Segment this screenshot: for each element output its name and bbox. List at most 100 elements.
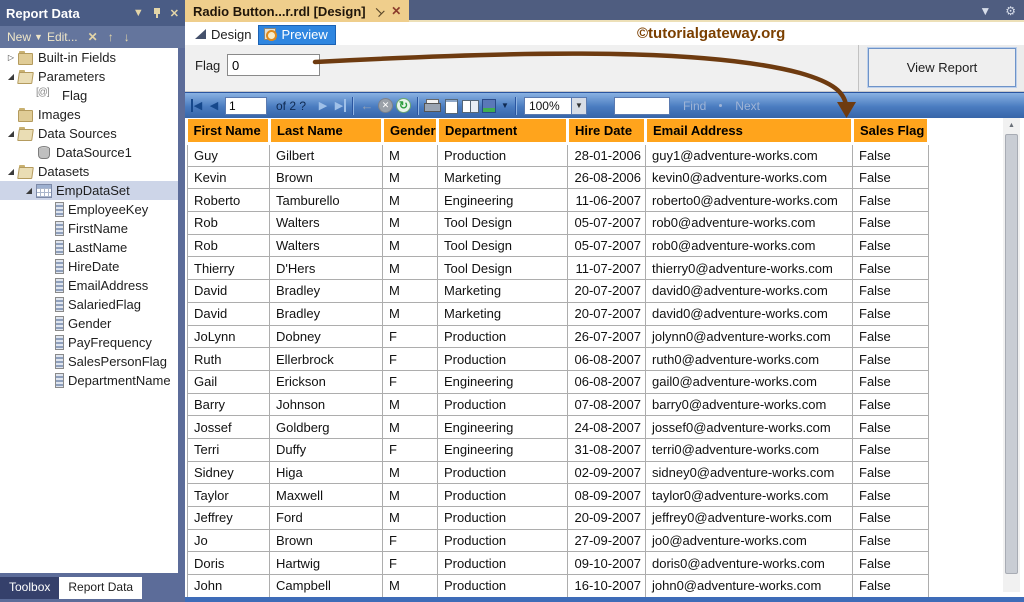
tab-toolbox[interactable]: Toolbox xyxy=(0,577,60,599)
tree-item-hiredate[interactable]: HireDate xyxy=(0,257,178,276)
export-icon[interactable] xyxy=(481,98,497,113)
report-bottom-edge xyxy=(185,597,1024,602)
tree-item-employeekey[interactable]: EmployeeKey xyxy=(0,200,178,219)
expander-expanded-icon[interactable]: ◢ xyxy=(4,72,18,81)
table-cell: Gilbert xyxy=(269,143,383,167)
tree-item-flag[interactable]: Flag xyxy=(0,86,178,105)
tree-item-data-sources[interactable]: ◢ Data Sources xyxy=(0,124,178,143)
field-icon xyxy=(54,240,64,255)
expander-expanded-icon[interactable]: ◢ xyxy=(4,129,18,138)
table-cell: john0@adventure-works.com xyxy=(645,574,853,598)
export-dropdown-caret-icon[interactable]: ▼ xyxy=(501,101,509,110)
table-cell: ruth0@adventure-works.com xyxy=(645,347,853,371)
tree-item-firstname[interactable]: FirstName xyxy=(0,219,178,238)
delete-icon[interactable]: ✕ xyxy=(88,30,98,44)
table-row: Rob Walters M Tool Design 05-07-2007 rob0@adv… xyxy=(187,233,929,258)
last-page-button[interactable]: ▶ xyxy=(334,99,347,112)
field-icon xyxy=(54,373,64,388)
table-cell: Ellerbrock xyxy=(269,347,383,371)
settings-gear-icon[interactable]: ⚙ xyxy=(1005,4,1016,18)
table-cell: 11-06-2007 xyxy=(567,188,646,213)
table-cell: 27-09-2007 xyxy=(567,528,646,553)
table-cell: Guy xyxy=(187,143,270,167)
tree-item-lastname[interactable]: LastName xyxy=(0,238,178,257)
zoom-dropdown-caret-icon[interactable]: ▼ xyxy=(571,96,587,115)
refresh-icon[interactable]: ↻ xyxy=(396,98,412,113)
next-link[interactable]: Next xyxy=(735,99,760,113)
back-to-parent-icon[interactable]: ← xyxy=(359,98,375,113)
expander-expanded-icon[interactable]: ◢ xyxy=(22,186,36,195)
watermark-text: ©tutorialgateway.org xyxy=(637,25,786,42)
tree-item-empdataset[interactable]: ◢ EmpDataSet xyxy=(0,181,178,200)
view-report-button[interactable]: View Report xyxy=(867,47,1017,88)
table-cell: JoLynn xyxy=(187,324,270,349)
table-cell: guy1@adventure-works.com xyxy=(645,143,853,167)
table-cell: Jossef xyxy=(187,415,270,439)
design-tab-button[interactable]: Design xyxy=(190,26,258,44)
page-setup-icon[interactable] xyxy=(462,99,480,113)
table-cell: taylor0@adventure-works.com xyxy=(645,483,853,507)
panel-pin-icon[interactable] xyxy=(152,7,162,19)
tab-report-data[interactable]: Report Data xyxy=(59,577,143,599)
vertical-scrollbar[interactable]: ▲ xyxy=(1003,118,1020,592)
mode-bar: Design Preview xyxy=(185,24,1024,45)
table-cell: Maxwell xyxy=(269,483,383,507)
table-cell: 11-07-2007 xyxy=(567,256,646,281)
tree-item-label: Data Sources xyxy=(38,126,117,141)
tree-item-images[interactable]: Images xyxy=(0,105,178,124)
table-cell: False xyxy=(852,483,929,507)
table-cell: 05-07-2007 xyxy=(567,233,646,258)
view-report-panel: View Report xyxy=(858,45,1024,91)
expander-collapsed-icon[interactable]: ▷ xyxy=(4,53,18,62)
move-down-icon[interactable]: ↓ xyxy=(124,30,130,44)
table-icon xyxy=(36,184,52,198)
tree-item-salespersonflag[interactable]: SalesPersonFlag xyxy=(0,352,178,371)
find-link[interactable]: Find xyxy=(683,99,706,113)
move-up-icon[interactable]: ↑ xyxy=(108,30,114,44)
tree-item-label: EmployeeKey xyxy=(68,202,149,217)
flag-parameter-input[interactable] xyxy=(227,54,320,76)
panel-menu-chevron-icon[interactable]: ▼ xyxy=(133,7,144,19)
new-button[interactable]: New ▼ xyxy=(7,30,43,44)
tree-item-built-in-fields[interactable]: ▷ Built-in Fields xyxy=(0,48,178,67)
table-cell: False xyxy=(852,324,929,349)
table-cell: Jeffrey xyxy=(187,506,270,530)
table-cell: 06-08-2007 xyxy=(567,369,646,394)
tree-item-datasource1[interactable]: DataSource1 xyxy=(0,143,178,162)
current-page-input[interactable] xyxy=(225,96,267,115)
table-cell: False xyxy=(852,460,929,485)
table-cell: False xyxy=(852,392,929,417)
find-next-divider xyxy=(719,104,723,107)
previous-page-button[interactable]: ◀ xyxy=(206,99,222,112)
table-row: Doris Hartwig F Production 09-10-2007 doris0@… xyxy=(187,551,929,576)
window-list-chevron-icon[interactable]: ▼ xyxy=(979,4,991,18)
edit-button[interactable]: Edit... xyxy=(47,30,78,44)
document-tab[interactable]: Radio Button...r.rdl [Design] ⊣ ✕ xyxy=(185,0,410,22)
table-cell: Tool Design xyxy=(437,256,568,281)
find-text-input[interactable] xyxy=(613,96,670,115)
preview-tab-button[interactable]: Preview xyxy=(258,24,336,45)
print-layout-icon[interactable] xyxy=(443,98,459,114)
panel-close-icon[interactable]: ✕ xyxy=(170,7,179,20)
tree-item-datasets[interactable]: ◢ Datasets xyxy=(0,162,178,181)
tree-item-parameters[interactable]: ◢ Parameters xyxy=(0,67,178,86)
tree-item-salariedflag[interactable]: SalariedFlag xyxy=(0,295,178,314)
next-page-button[interactable]: ▶ xyxy=(315,99,331,112)
table-row: Jo Brown F Production 27-09-2007 jo0@adventur… xyxy=(187,528,929,553)
folder-open-icon xyxy=(18,70,34,83)
table-cell: 08-09-2007 xyxy=(567,483,646,507)
zoom-select[interactable]: 100% xyxy=(523,96,572,115)
tree-item-departmentname[interactable]: DepartmentName xyxy=(0,371,178,390)
tree-item-payfrequency[interactable]: PayFrequency xyxy=(0,333,178,352)
tree-item-gender[interactable]: Gender xyxy=(0,314,178,333)
tree-item-emailaddress[interactable]: EmailAddress xyxy=(0,276,178,295)
scrollbar-thumb[interactable] xyxy=(1005,134,1018,574)
stop-rendering-icon[interactable]: ✕ xyxy=(378,98,394,113)
expander-expanded-icon[interactable]: ◢ xyxy=(4,167,18,176)
first-page-button[interactable]: ◀ xyxy=(191,99,203,112)
print-icon[interactable] xyxy=(424,98,442,113)
document-pin-icon[interactable]: ⊣ xyxy=(370,3,386,19)
document-close-icon[interactable]: ✕ xyxy=(391,4,401,18)
field-icon xyxy=(54,354,64,369)
scrollbar-up-arrow-icon[interactable]: ▲ xyxy=(1003,118,1020,133)
